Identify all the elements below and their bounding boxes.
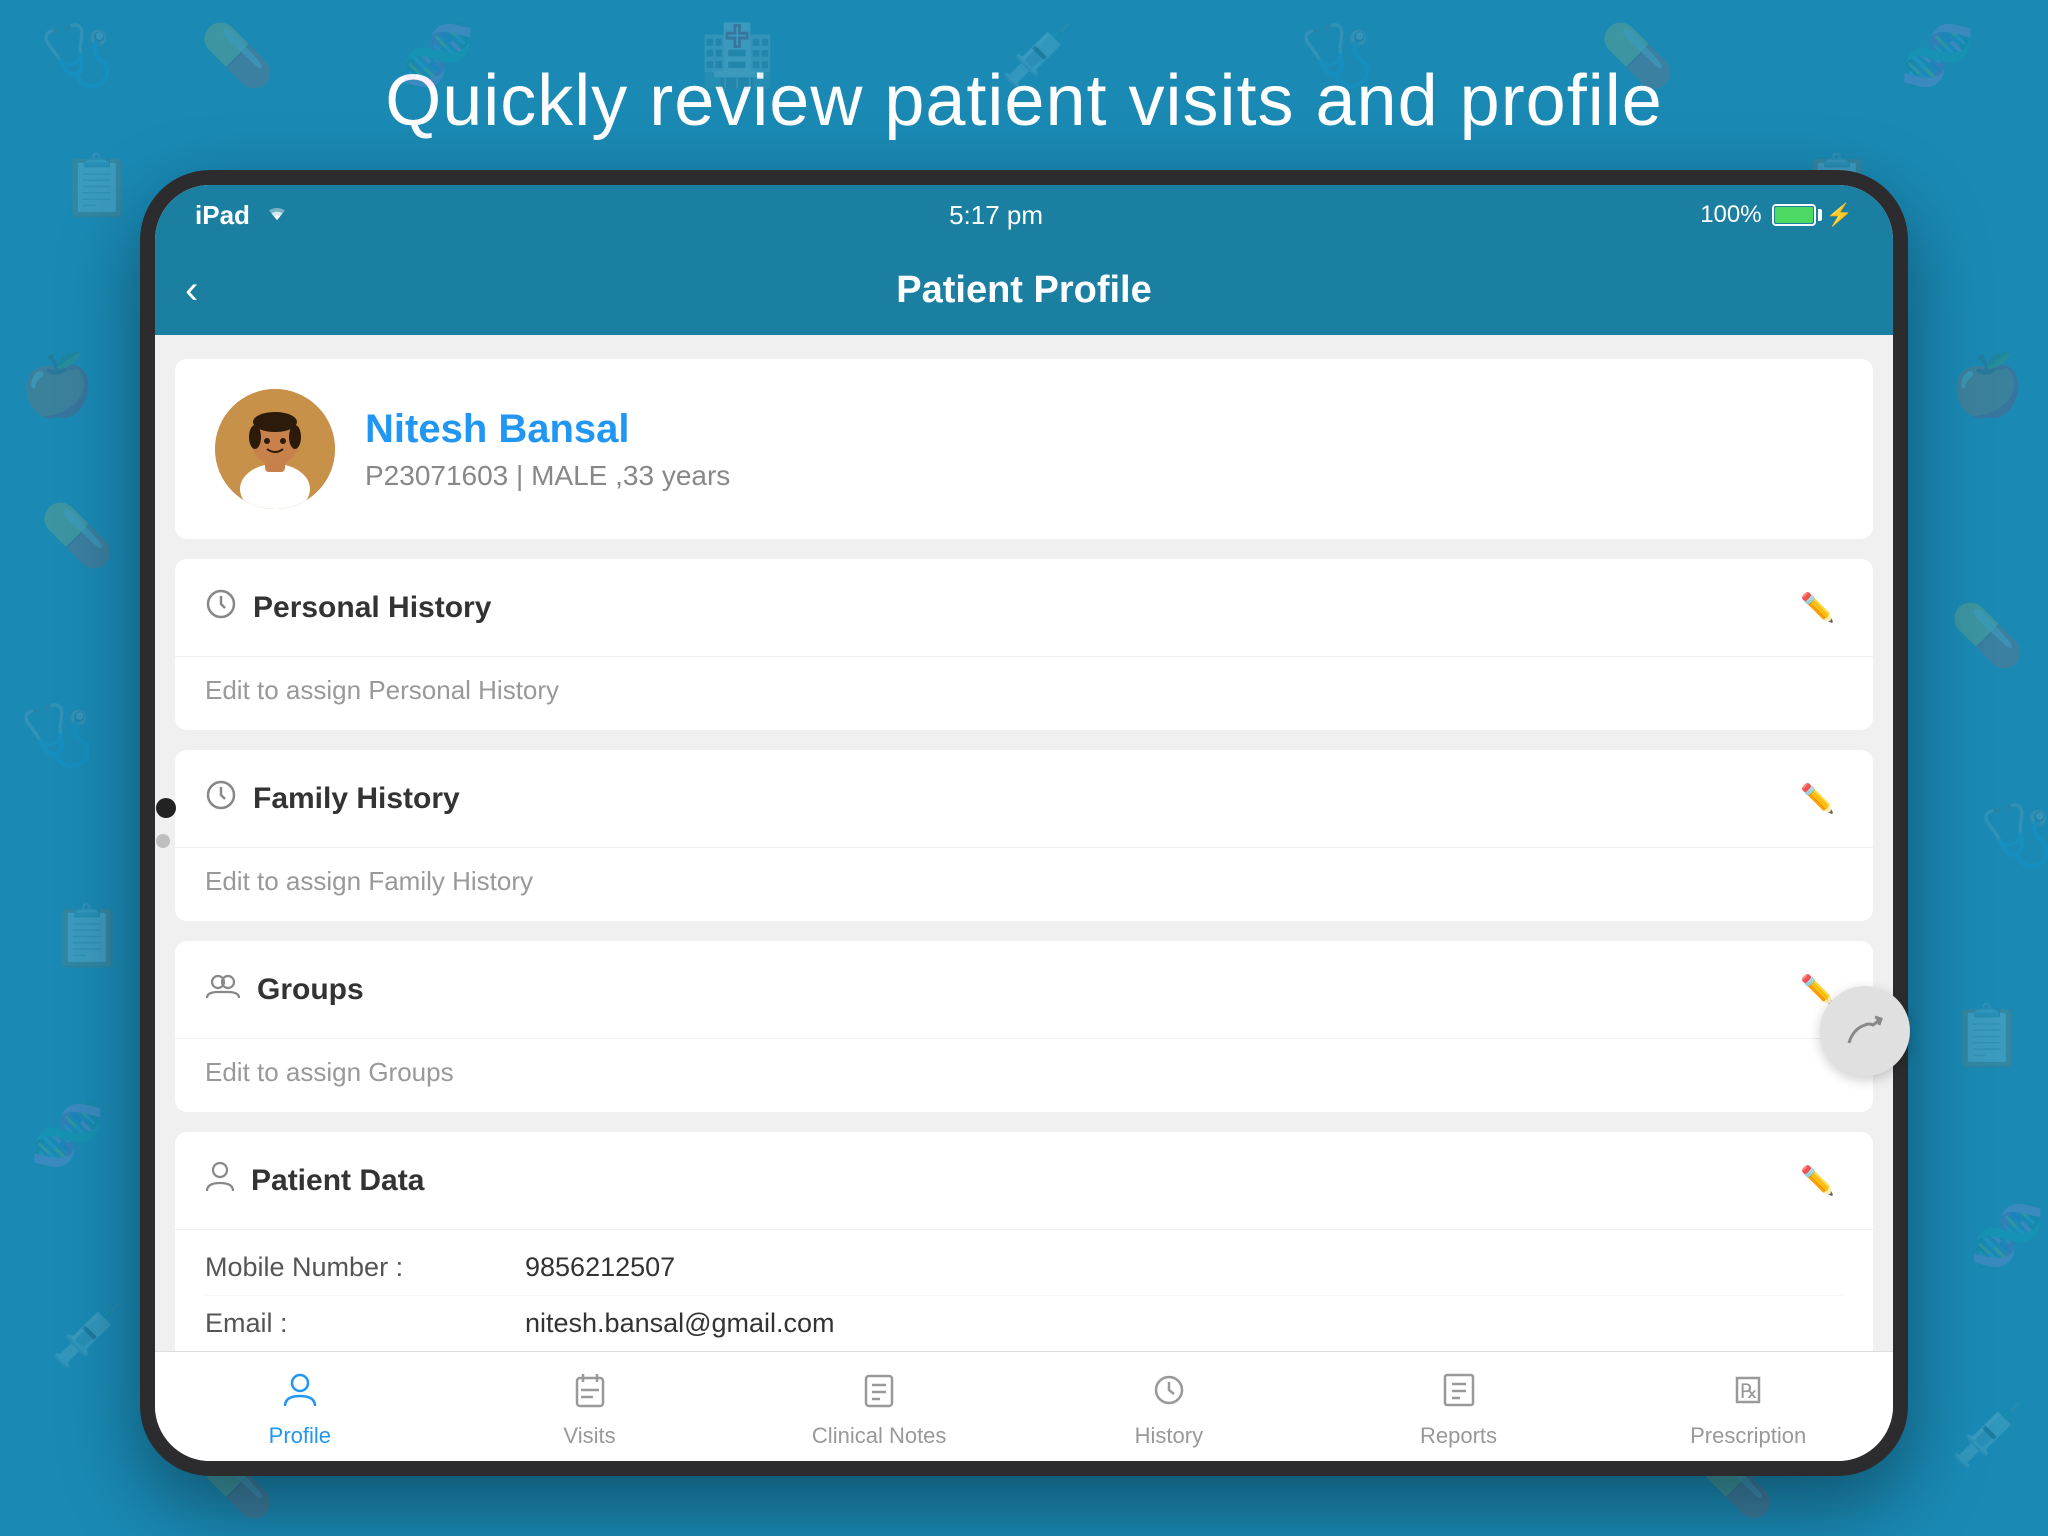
battery-pct: 100% [1700, 201, 1761, 229]
history-tab-icon [1152, 1372, 1186, 1417]
patient-data-header: Patient Data ✏️ [175, 1132, 1873, 1230]
groups-title: Groups [205, 972, 364, 1007]
patient-data-label: Patient Data [251, 1164, 424, 1198]
device-name: iPad [195, 200, 250, 231]
personal-history-header: Personal History ✏️ [175, 559, 1873, 657]
reports-tab-label: Reports [1420, 1423, 1497, 1449]
patient-info: Nitesh Bansal P23071603 | MALE ,33 years [365, 407, 1833, 492]
prescription-tab-icon: ℞ [1731, 1372, 1765, 1417]
family-history-label: Family History [253, 782, 460, 816]
bolt-icon: ⚡ [1826, 202, 1853, 228]
personal-history-title: Personal History [205, 588, 491, 627]
patient-header-card: Nitesh Bansal P23071603 | MALE ,33 years [175, 359, 1873, 539]
data-value: 9856212507 [525, 1252, 675, 1283]
family-history-header: Family History ✏️ [175, 750, 1873, 848]
scroll-dot-1 [156, 798, 176, 818]
personal-history-placeholder: Edit to assign Personal History [175, 657, 1873, 730]
family-history-card: Family History ✏️ Edit to assign Family … [175, 750, 1873, 921]
reports-tab-icon [1442, 1372, 1476, 1417]
status-left: iPad [195, 200, 292, 231]
family-history-edit-button[interactable]: ✏️ [1792, 774, 1843, 823]
groups-header: Groups ✏️ [175, 941, 1873, 1039]
battery-icon [1772, 204, 1816, 226]
tab-visits[interactable]: Visits [445, 1352, 735, 1461]
patient-data-icon [205, 1161, 235, 1200]
page-heading: Quickly review patient visits and profil… [0, 0, 2048, 142]
profile-tab-label: Profile [269, 1423, 331, 1449]
clinical-notes-tab-icon [862, 1372, 896, 1417]
groups-icon [205, 972, 241, 1007]
tab-bar: Profile Visits [155, 1351, 1893, 1461]
patient-data-edit-button[interactable]: ✏️ [1792, 1156, 1843, 1205]
svg-text:℞: ℞ [1740, 1381, 1758, 1403]
tab-profile[interactable]: Profile [155, 1352, 445, 1461]
tab-prescription[interactable]: ℞ Prescription [1603, 1352, 1893, 1461]
status-time: 5:17 pm [949, 200, 1043, 231]
clinical-notes-tab-label: Clinical Notes [812, 1423, 947, 1449]
back-button[interactable]: ‹ [185, 258, 218, 323]
personal-history-label: Personal History [253, 591, 491, 625]
prescription-tab-label: Prescription [1690, 1423, 1806, 1449]
visits-tab-label: Visits [563, 1423, 615, 1449]
personal-history-edit-button[interactable]: ✏️ [1792, 583, 1843, 632]
ipad-screen: iPad 5:17 pm 100% ⚡ ‹ [155, 185, 1893, 1461]
content-area: Nitesh Bansal P23071603 | MALE ,33 years [155, 335, 1893, 1351]
scroll-indicator [156, 798, 176, 848]
data-label: Email : [205, 1308, 525, 1339]
avatar [215, 389, 335, 509]
tab-clinical-notes[interactable]: Clinical Notes [734, 1352, 1024, 1461]
history-clock-icon [205, 588, 237, 627]
patient-data-title: Patient Data [205, 1161, 424, 1200]
patient-data-row: Mobile Number : 9856212507 [205, 1240, 1843, 1296]
fab-button[interactable] [1820, 986, 1910, 1076]
patient-data-rows: Mobile Number : 9856212507 Email : nites… [175, 1230, 1873, 1351]
patient-data-row: Email : nitesh.bansal@gmail.com [205, 1296, 1843, 1351]
family-clock-icon [205, 779, 237, 818]
tab-history[interactable]: History [1024, 1352, 1314, 1461]
nav-bar: ‹ Patient Profile [155, 245, 1893, 335]
history-tab-label: History [1135, 1423, 1203, 1449]
status-right: 100% ⚡ [1700, 201, 1853, 229]
nav-title: Patient Profile [896, 269, 1152, 312]
patient-name: Nitesh Bansal [365, 407, 1833, 452]
scroll-dot-2 [156, 834, 170, 848]
data-label: Mobile Number : [205, 1252, 525, 1283]
groups-placeholder: Edit to assign Groups [175, 1039, 1873, 1112]
family-history-placeholder: Edit to assign Family History [175, 848, 1873, 921]
groups-label: Groups [257, 973, 364, 1007]
profile-tab-icon [283, 1372, 317, 1417]
ipad-frame: iPad 5:17 pm 100% ⚡ ‹ [140, 170, 1908, 1476]
data-value: nitesh.bansal@gmail.com [525, 1308, 835, 1339]
patient-meta: P23071603 | MALE ,33 years [365, 460, 1833, 492]
patient-data-card: Patient Data ✏️ Mobile Number : 98562125… [175, 1132, 1873, 1351]
wifi-icon [262, 200, 292, 231]
tab-reports[interactable]: Reports [1314, 1352, 1604, 1461]
status-bar: iPad 5:17 pm 100% ⚡ [155, 185, 1893, 245]
visits-tab-icon [573, 1372, 607, 1417]
family-history-title: Family History [205, 779, 460, 818]
personal-history-card: Personal History ✏️ Edit to assign Perso… [175, 559, 1873, 730]
groups-card: Groups ✏️ Edit to assign Groups [175, 941, 1873, 1112]
